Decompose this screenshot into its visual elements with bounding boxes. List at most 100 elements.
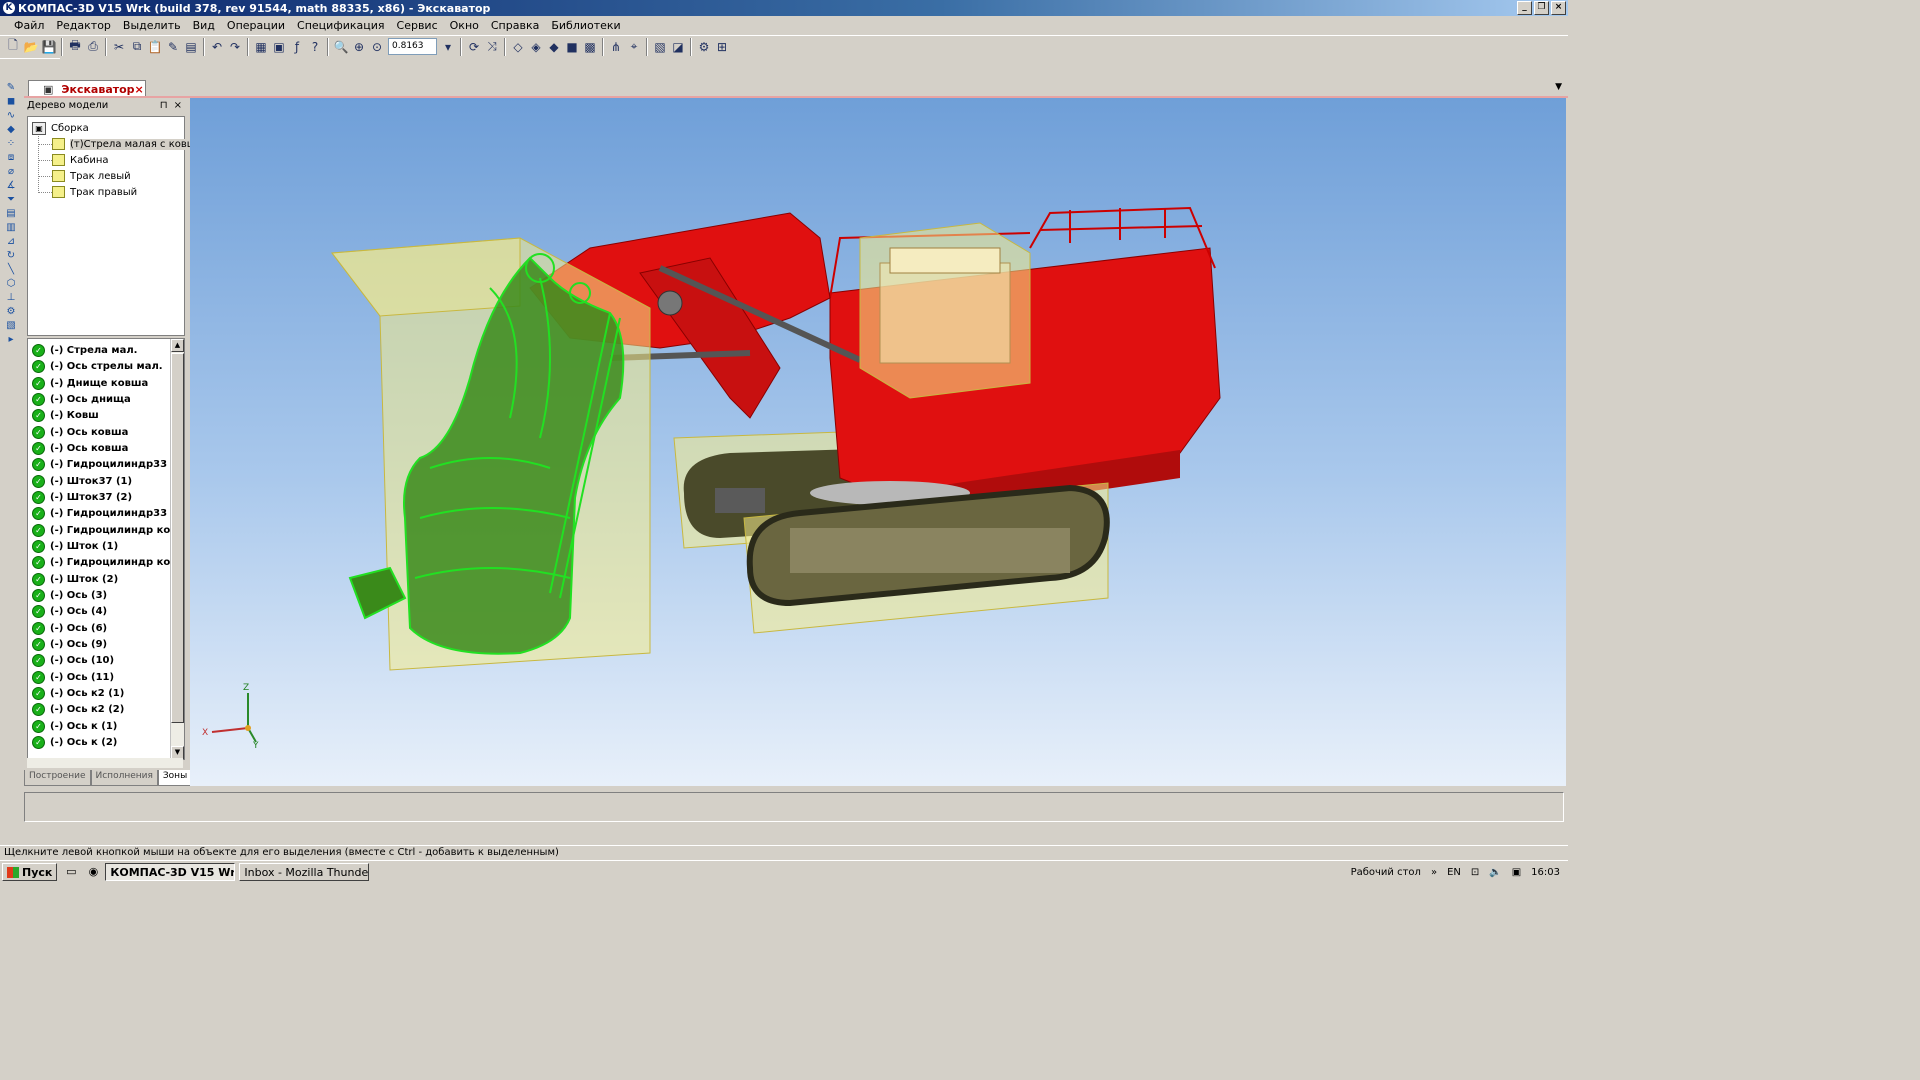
help-pointer-icon[interactable]: ? xyxy=(307,39,323,55)
list-item[interactable]: ✓ (-) Ось к (1) xyxy=(32,718,117,734)
snap-icon[interactable]: ⌖ xyxy=(626,39,642,55)
list-item[interactable]: ✓ (-) Шток37 (1) xyxy=(32,473,132,489)
gear-tool-icon[interactable]: ⚙ xyxy=(4,305,18,318)
list-item[interactable]: ✓ (-) Ось ковша xyxy=(32,424,128,440)
list-item[interactable]: ✓ (-) Шток (2) xyxy=(32,571,118,587)
list-item[interactable]: ✓ (-) Гидроцилиндр33 (2) xyxy=(32,505,184,521)
clip-icon[interactable]: ⌀ xyxy=(4,165,18,178)
menu-window[interactable]: Окно xyxy=(444,19,485,32)
report-icon[interactable]: ▥ xyxy=(4,221,18,234)
rotate-tool-icon[interactable]: ↻ xyxy=(4,249,18,262)
menu-view[interactable]: Вид xyxy=(187,19,221,32)
copy-icon[interactable]: ⧉ xyxy=(129,39,145,55)
folder-tool-icon[interactable]: ▧ xyxy=(4,319,18,332)
undo-icon[interactable]: ↶ xyxy=(209,39,225,55)
zones-icon[interactable]: ▧ xyxy=(652,39,668,55)
list-item[interactable]: ✓ (-) Ось (9) xyxy=(32,636,107,652)
list-item[interactable]: ✓ (-) Ось к2 (1) xyxy=(32,685,124,701)
list-item[interactable]: ✓ (-) Ось (3) xyxy=(32,587,107,603)
orientation-icon[interactable]: ⤨ xyxy=(484,39,500,55)
tree-item-track-left[interactable]: Трак левый xyxy=(52,169,131,183)
list-item[interactable]: ✓ (-) Шток (1) xyxy=(32,538,118,554)
array-icon[interactable]: ⁘ xyxy=(4,137,18,150)
zoom-icon[interactable]: ⊙ xyxy=(369,39,385,55)
list-item[interactable]: ✓ (-) Ось стрелы мал. xyxy=(32,358,163,374)
menu-service[interactable]: Сервис xyxy=(391,19,444,32)
3d-viewport[interactable]: Z X Y xyxy=(190,98,1566,786)
print-icon[interactable]: 🖶 xyxy=(67,38,83,55)
plane-tool-icon[interactable]: ⬡ xyxy=(4,277,18,290)
paste-icon[interactable]: 📋 xyxy=(147,39,163,55)
tab-zones[interactable]: Зоны xyxy=(157,770,193,786)
settings-icon[interactable]: ⚙ xyxy=(696,39,712,55)
cut-icon[interactable]: ✂ xyxy=(111,39,127,55)
menu-help[interactable]: Справка xyxy=(485,19,545,32)
restore-button[interactable]: ❐ xyxy=(1534,1,1549,15)
list-item[interactable]: ✓ (-) Ось ковша xyxy=(32,440,128,456)
scroll-up-icon[interactable]: ▲ xyxy=(171,339,184,352)
dimension-icon[interactable]: ∡ xyxy=(4,179,18,192)
zoom-scale-field[interactable]: 0.8163 xyxy=(388,38,437,55)
document-tab[interactable]: ▣ Экскаватор × xyxy=(28,80,146,97)
redo-icon[interactable]: ↷ xyxy=(227,39,243,55)
print-preview-icon[interactable]: ⎙ xyxy=(85,39,101,55)
volume-icon[interactable]: 🔈 xyxy=(1489,867,1501,878)
list-item[interactable]: ✓ (-) Ось (4) xyxy=(32,603,107,619)
tree-item-boom[interactable]: (т)Стрела малая с ковшом xyxy=(52,137,210,151)
filter-funnel-icon[interactable]: ⏷ xyxy=(4,193,18,206)
axis-tool-icon[interactable]: ⊥ xyxy=(4,291,18,304)
measure-icon[interactable]: ⊞ xyxy=(714,39,730,55)
properties-icon[interactable]: ▤ xyxy=(183,39,199,55)
format-painter-icon[interactable]: ✎ xyxy=(165,39,181,55)
list-item[interactable]: ✓ (-) Шток37 (2) xyxy=(32,489,132,505)
tree-item-cabin[interactable]: Кабина xyxy=(52,153,109,167)
list-item[interactable]: ✓ (-) Гидроцилиндр ковша xyxy=(32,554,184,570)
tree-root-assembly[interactable]: ▣ Сборка xyxy=(32,121,89,135)
save-icon[interactable]: 💾 xyxy=(41,39,57,55)
firefox-icon[interactable]: ◉ xyxy=(85,865,101,879)
taskbar-thunderbird[interactable]: Inbox - Mozilla Thunderbird xyxy=(239,863,370,881)
tree-item-track-right[interactable]: Трак правый xyxy=(52,185,137,199)
close-tab-icon[interactable]: × xyxy=(135,83,144,96)
surface-icon[interactable]: ◆ xyxy=(4,123,18,136)
line-tool-icon[interactable]: ╲ xyxy=(4,263,18,276)
tray-chevron-icon[interactable]: » xyxy=(1431,867,1437,878)
start-button[interactable]: Пуск xyxy=(2,863,58,881)
clock[interactable]: 16:03 xyxy=(1531,867,1560,878)
list-item[interactable]: ✓ (-) Ось к2 (2) xyxy=(32,701,124,717)
mate-icon[interactable]: ⧈ xyxy=(4,151,18,164)
scroll-thumb[interactable] xyxy=(171,353,184,723)
list-item[interactable]: ✓ (-) Ось к (2) xyxy=(32,734,117,750)
filter-icon[interactable]: ⋔ xyxy=(608,39,624,55)
open-folder-icon[interactable]: 📂 xyxy=(23,39,39,55)
list-item[interactable]: ✓ (-) Стрела мал. xyxy=(32,342,137,358)
hidden-lines-icon[interactable]: ◈ xyxy=(528,39,544,55)
list-item[interactable]: ✓ (-) Ось (10) xyxy=(32,652,114,668)
spec-icon[interactable]: ▤ xyxy=(4,207,18,220)
tab-build[interactable]: Построение xyxy=(24,770,91,786)
parts-list-scrollbar[interactable]: ▲ ▼ xyxy=(170,339,184,759)
horizontal-scrollbar[interactable] xyxy=(27,758,183,768)
zoom-fit-icon[interactable]: 🔍 xyxy=(333,39,349,55)
excavator-model[interactable]: Z X Y xyxy=(190,98,1566,786)
language-indicator[interactable]: EN xyxy=(1447,867,1461,878)
menu-operations[interactable]: Операции xyxy=(221,19,291,32)
minimize-button[interactable]: _ xyxy=(1517,1,1532,15)
list-item[interactable]: ✓ (-) Гидроцилиндр ковша xyxy=(32,522,184,538)
chevron-down-icon[interactable]: ▾ xyxy=(440,39,456,55)
new-document-icon[interactable]: 🗋 xyxy=(5,38,21,55)
more-tools-icon[interactable]: ▸ xyxy=(4,333,18,346)
desktop-toolbar[interactable]: Рабочий стол xyxy=(1351,867,1421,878)
menu-select[interactable]: Выделить xyxy=(117,19,187,32)
section-icon[interactable]: ◪ xyxy=(670,39,686,55)
edit-assembly-icon[interactable]: ✎ xyxy=(4,81,18,94)
component-icon[interactable]: ◼ xyxy=(4,95,18,108)
wireframe-icon[interactable]: ◇ xyxy=(510,39,526,55)
hidden-thin-icon[interactable]: ◆ xyxy=(546,39,562,55)
curve-icon[interactable]: ∿ xyxy=(4,109,18,122)
list-item[interactable]: ✓ (-) Днище ковша xyxy=(32,375,148,391)
variables-icon[interactable]: ƒ xyxy=(289,39,305,55)
network-icon[interactable]: ⊡ xyxy=(1471,867,1479,878)
shaded-edges-icon[interactable]: ▩ xyxy=(582,39,598,55)
list-item[interactable]: ✓ (-) Ось (11) xyxy=(32,669,114,685)
